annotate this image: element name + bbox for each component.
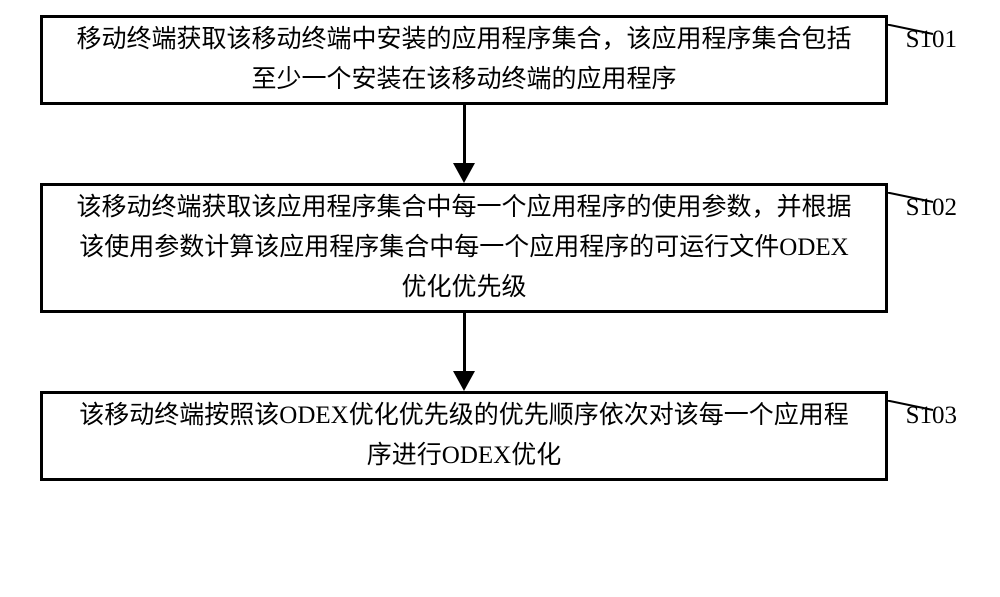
step-3-text: 该移动终端按照该ODEX优化优先级的优先顺序依次对该每一个应用程序进行ODEX优… <box>73 396 855 476</box>
flowchart-step-1: 移动终端获取该移动终端中安装的应用程序集合，该应用程序集合包括至少一个安装在该移… <box>40 15 888 105</box>
step-2-connector <box>885 192 947 212</box>
arrow-2-line <box>463 313 466 375</box>
step-1-connector <box>885 24 947 44</box>
arrow-1-line <box>463 105 466 167</box>
arrow-2-head <box>453 371 475 391</box>
arrow-1-head <box>453 163 475 183</box>
arrow-2 <box>40 313 888 391</box>
arrow-1 <box>40 105 888 183</box>
flowchart-step-3: 该移动终端按照该ODEX优化优先级的优先顺序依次对该每一个应用程序进行ODEX优… <box>40 391 888 481</box>
step-2-text: 该移动终端获取该应用程序集合中每一个应用程序的使用参数，并根据该使用参数计算该应… <box>73 188 855 308</box>
step-1-text: 移动终端获取该移动终端中安装的应用程序集合，该应用程序集合包括至少一个安装在该移… <box>73 20 855 100</box>
flowchart-step-2: 该移动终端获取该应用程序集合中每一个应用程序的使用参数，并根据该使用参数计算该应… <box>40 183 888 313</box>
flowchart-container: 移动终端获取该移动终端中安装的应用程序集合，该应用程序集合包括至少一个安装在该移… <box>40 15 960 481</box>
step-3-connector <box>885 400 947 420</box>
